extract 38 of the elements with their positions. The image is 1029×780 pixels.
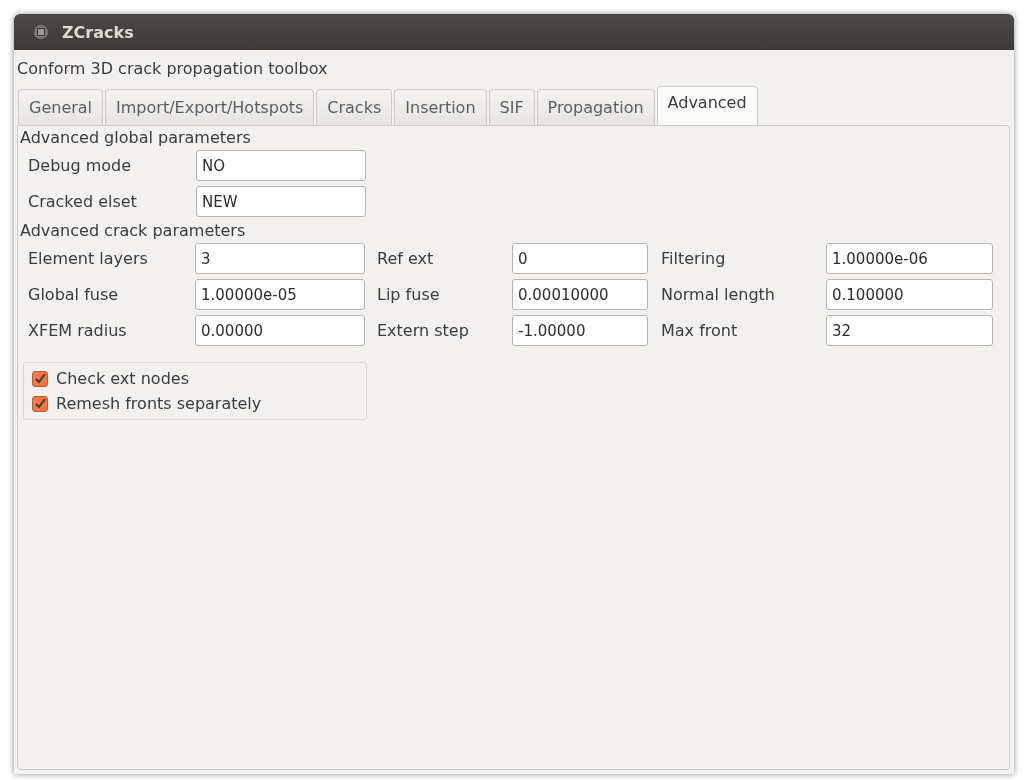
field-label: Extern step <box>377 321 470 340</box>
subtitle: Conform 3D crack propagation toolbox <box>16 58 329 80</box>
checkbox[interactable] <box>32 370 48 387</box>
input-field[interactable]: 0 <box>512 243 648 274</box>
field-label: Cracked elset <box>28 192 138 211</box>
input-field[interactable]: 32 <box>826 315 993 346</box>
input-field[interactable]: 1.00000e-05 <box>195 279 365 310</box>
field-label: Normal length <box>661 285 776 304</box>
tab[interactable]: SIF <box>488 89 535 125</box>
checkbox-label: Check ext nodes <box>56 369 189 388</box>
field-label: Filtering <box>661 249 727 268</box>
input-field[interactable]: 1.00000e-06 <box>826 243 993 274</box>
field-label: Global fuse <box>28 285 120 304</box>
checkbox[interactable] <box>32 395 48 412</box>
field-label: Ref ext <box>377 249 435 268</box>
input-field[interactable]: -1.00000 <box>512 315 648 346</box>
field-label: XFEM radius <box>28 321 128 340</box>
tab[interactable]: Insertion <box>394 89 487 125</box>
tab[interactable]: Cracks <box>316 89 393 125</box>
tab[interactable]: Import/Export/Hotspots <box>105 89 315 125</box>
close-icon[interactable] <box>34 25 48 39</box>
window-title: ZCracks <box>62 22 134 42</box>
field-label: Lip fuse <box>377 285 441 304</box>
tab[interactable]: Propagation <box>536 89 655 125</box>
checkbox-label: Remesh fronts separately <box>56 394 262 413</box>
input-field[interactable]: NO <box>196 150 366 181</box>
field-label: Element layers <box>28 249 149 268</box>
input-field[interactable]: 0.100000 <box>826 279 993 310</box>
field-label: Debug mode <box>28 156 133 175</box>
section-heading: Advanced crack parameters <box>19 221 246 242</box>
field-label: Max front <box>661 321 739 340</box>
tab[interactable]: General <box>18 89 104 125</box>
input-field[interactable]: 3 <box>195 243 365 274</box>
input-field[interactable]: 0.00010000 <box>512 279 648 310</box>
section-heading: Advanced global parameters <box>19 128 251 149</box>
tab[interactable]: Advanced <box>656 86 758 125</box>
input-field[interactable]: NEW <box>196 186 366 217</box>
input-field[interactable]: 0.00000 <box>195 315 365 346</box>
